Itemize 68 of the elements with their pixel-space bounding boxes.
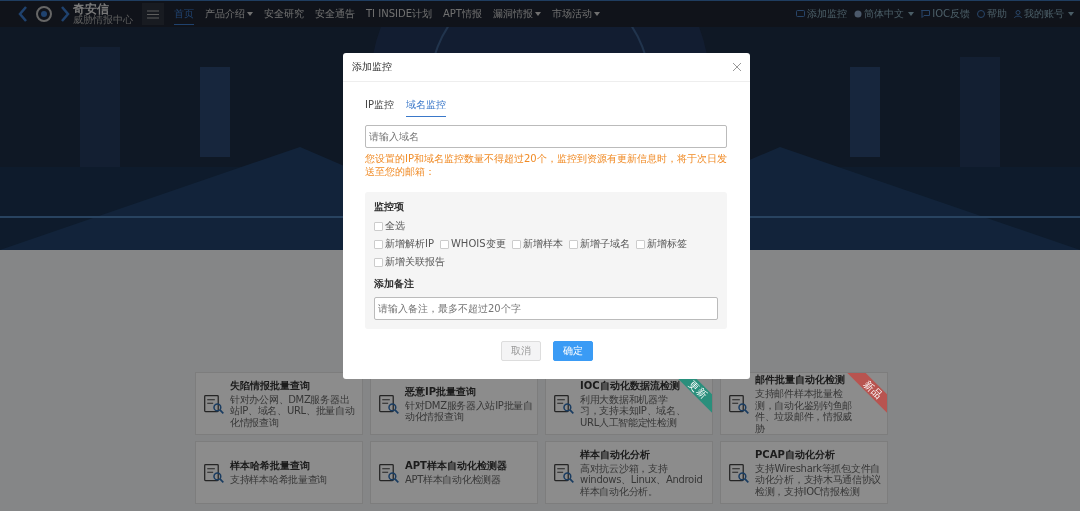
header-link[interactable]: IOC反馈 xyxy=(921,7,970,21)
nav-link[interactable]: TI INSIDE计划 xyxy=(366,3,432,25)
card-description: 支持样本哈希批量查询 xyxy=(230,474,327,486)
header-link[interactable]: 添加监控 xyxy=(796,7,848,21)
nav-link[interactable]: 安全通告 xyxy=(315,3,355,25)
header-link[interactable]: 我的账号 xyxy=(1014,7,1074,21)
checkbox[interactable]: 新增解析IP xyxy=(374,237,434,251)
user-icon xyxy=(1014,10,1022,18)
logo-name: 奇安信 xyxy=(73,3,109,15)
document-search-icon xyxy=(728,392,750,415)
card-title: 样本自动化分析 xyxy=(580,447,651,462)
nav-link[interactable]: APT情报 xyxy=(443,3,482,25)
card-description: 支持Wireshark等抓包文件自动化分析，支持木马通信协议检测，支持IOC情报检测 xyxy=(755,462,883,498)
menu-icon xyxy=(147,9,159,19)
checkbox[interactable]: WHOIS变更 xyxy=(440,237,506,251)
checkbox[interactable]: 新增子域名 xyxy=(568,237,630,251)
logo-subtitle: 威胁情报中心 xyxy=(73,15,133,25)
checkbox[interactable]: 新增标签 xyxy=(635,237,687,251)
service-card[interactable]: PCAP自动化分析 支持Wireshark等抓包文件自动化分析，支持木马通信协议检测，支持IOC情报检测 xyxy=(720,441,888,504)
card-description: 针对办公网、DMZ服务器出站IP、域名、URL、批量自动化情报查询 xyxy=(230,393,356,429)
service-card[interactable]: 样本自动化分析 高对抗云沙箱，支持windows、Linux、Android样本自动化分析。 xyxy=(545,441,713,504)
document-search-icon xyxy=(728,461,750,484)
card-title: 邮件批量自动化检测 xyxy=(755,373,846,387)
select-all-checkbox[interactable]: 全选 xyxy=(374,219,718,233)
card-title: IOC自动化数据流检测 xyxy=(580,378,681,393)
document-search-icon xyxy=(378,461,400,484)
note-input[interactable]: 请输入备注，最多不超过20个字 xyxy=(374,297,718,320)
header-link[interactable]: 帮助 xyxy=(977,7,1007,21)
nav-link[interactable]: 市场活动 xyxy=(551,3,600,25)
nav-link[interactable]: 漏洞情报 xyxy=(492,3,541,25)
speech-bubble-icon xyxy=(921,10,931,18)
tab[interactable]: 域名监控 xyxy=(406,98,446,117)
document-search-icon xyxy=(203,392,225,415)
header-link[interactable]: 简体中文 xyxy=(854,7,915,21)
card-title: PCAP自动化分析 xyxy=(755,447,836,462)
card-description: 支持邮件样本批量检测，自动化鉴别钓鱼邮件、垃圾邮件，情报威胁 xyxy=(755,388,853,434)
cancel-button[interactable]: 取消 xyxy=(500,341,541,361)
close-button[interactable] xyxy=(733,63,741,71)
service-card[interactable]: 邮件批量自动化检测 支持邮件样本批量检测，自动化鉴别钓鱼邮件、垃圾邮件，情报威胁 新品 xyxy=(720,372,888,435)
card-description: 针对DMZ服务器入站IP批量自动化情报查询 xyxy=(405,399,533,423)
domain-input[interactable]: 请输入域名 xyxy=(365,125,727,148)
nav-link[interactable]: 产品介绍 xyxy=(205,3,253,25)
checkbox[interactable]: 新增样本 xyxy=(511,237,563,251)
card-description: APT样本自动化检测器 xyxy=(405,474,502,486)
monitor-icon xyxy=(796,10,806,18)
service-card[interactable]: 失陷情报批量查询 针对办公网、DMZ服务器出站IP、域名、URL、批量自动化情报查询 xyxy=(195,372,363,435)
section-label: 监控项 xyxy=(374,200,405,214)
service-card[interactable]: 样本哈希批量查询 支持样本哈希批量查询 xyxy=(195,441,363,504)
document-search-icon xyxy=(378,392,400,415)
document-search-icon xyxy=(553,461,575,484)
confirm-button[interactable]: 确定 xyxy=(552,341,593,361)
dialog-title: 添加监控 xyxy=(352,60,392,74)
section-label: 添加备注 xyxy=(374,277,415,291)
document-search-icon xyxy=(553,392,575,415)
service-card[interactable]: APT样本自动化检测器 APT样本自动化检测器 xyxy=(370,441,538,504)
checkbox[interactable]: 新增关联报告 xyxy=(374,255,445,269)
nav-link[interactable]: 安全研究 xyxy=(264,3,304,25)
document-search-icon xyxy=(203,461,225,484)
card-description: 利用大数据和机器学习，支持未知IP、域名、URL人工智能定性检测 xyxy=(580,393,686,429)
card-title: 恶意IP批量查询 xyxy=(405,384,478,399)
card-title: 失陷情报批量查询 xyxy=(230,378,311,393)
notice-text: 您设置的IP和域名监控数量不得超过20个，监控到资源有更新信息时，将于次日发送至您的邮箱： xyxy=(365,153,728,178)
card-title: APT样本自动化检测器 xyxy=(405,459,507,474)
card-title: 样本哈希批量查询 xyxy=(230,459,311,474)
tab[interactable]: IP监控 xyxy=(365,98,394,117)
menu-button[interactable] xyxy=(142,3,164,25)
card-description: 高对抗云沙箱，支持windows、Linux、Android样本自动化分析。 xyxy=(580,462,704,498)
logo-icon xyxy=(18,4,70,24)
